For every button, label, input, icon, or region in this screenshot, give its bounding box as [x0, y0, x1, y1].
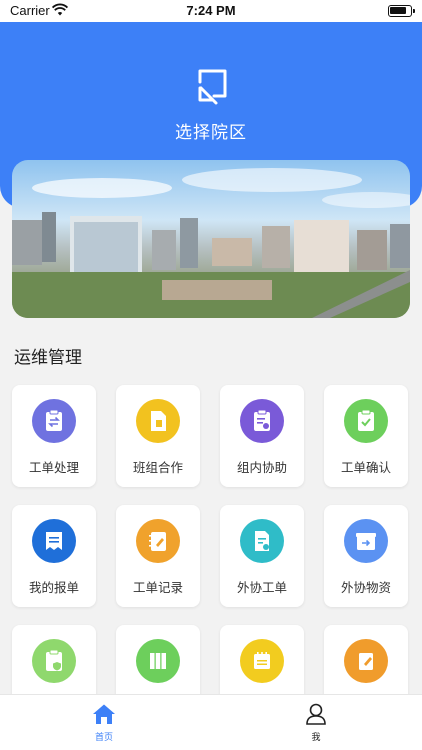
- select-campus-button[interactable]: 选择院区: [0, 64, 422, 143]
- card-work-order-processing[interactable]: 工单处理: [12, 385, 96, 487]
- exchange-clipboard-icon: [32, 399, 76, 443]
- select-campus-label: 选择院区: [175, 123, 247, 143]
- card-outsourced-work-order[interactable]: 外协工单: [220, 505, 304, 607]
- section-title: 运维管理: [14, 348, 82, 368]
- box-arrow-icon: [344, 519, 388, 563]
- card-label: 组内协助: [236, 460, 287, 475]
- tab-home[interactable]: 首页: [64, 703, 144, 743]
- tab-me-label: 我: [311, 733, 321, 743]
- card-team-cooperation[interactable]: 班组合作: [116, 385, 200, 487]
- user-icon: [306, 703, 326, 725]
- doc-share-icon: [240, 519, 284, 563]
- battery-icon: [388, 5, 415, 17]
- check-clipboard-icon: [344, 399, 388, 443]
- document-icon: [136, 399, 180, 443]
- card-work-order-record[interactable]: 工单记录: [116, 505, 200, 607]
- tab-home-label: 首页: [94, 733, 113, 743]
- select-arrow-icon: [198, 69, 227, 105]
- card-outsourced-materials[interactable]: 外协物资: [324, 505, 408, 607]
- status-bar: Carrier 7:24 PM: [0, 0, 422, 22]
- ticket-icon: [32, 519, 76, 563]
- binders-icon: [136, 639, 180, 683]
- edit-book-icon: [344, 639, 388, 683]
- card-label: 工单记录: [132, 580, 183, 595]
- card-label: 外协物资: [340, 580, 391, 595]
- card-label: 班组合作: [132, 460, 183, 475]
- card-label: 工单处理: [28, 460, 79, 475]
- tab-me[interactable]: 我: [276, 703, 356, 743]
- card-label: 外协工单: [236, 580, 287, 595]
- status-time: 7:24 PM: [186, 3, 236, 18]
- clipboard-user-icon: [240, 399, 284, 443]
- tab-bar: 首页 我: [0, 694, 422, 750]
- card-work-order-confirm[interactable]: 工单确认: [324, 385, 408, 487]
- campus-banner-image: [12, 160, 410, 318]
- notebook-pen-icon: [136, 519, 180, 563]
- home-icon: [93, 704, 115, 724]
- calendar-notes-icon: [240, 639, 284, 683]
- card-group-assist[interactable]: 组内协助: [220, 385, 304, 487]
- card-my-reports[interactable]: 我的报单: [12, 505, 96, 607]
- clipboard-shield-icon: [32, 639, 76, 683]
- card-label: 工单确认: [340, 460, 391, 475]
- card-label: 我的报单: [28, 580, 79, 595]
